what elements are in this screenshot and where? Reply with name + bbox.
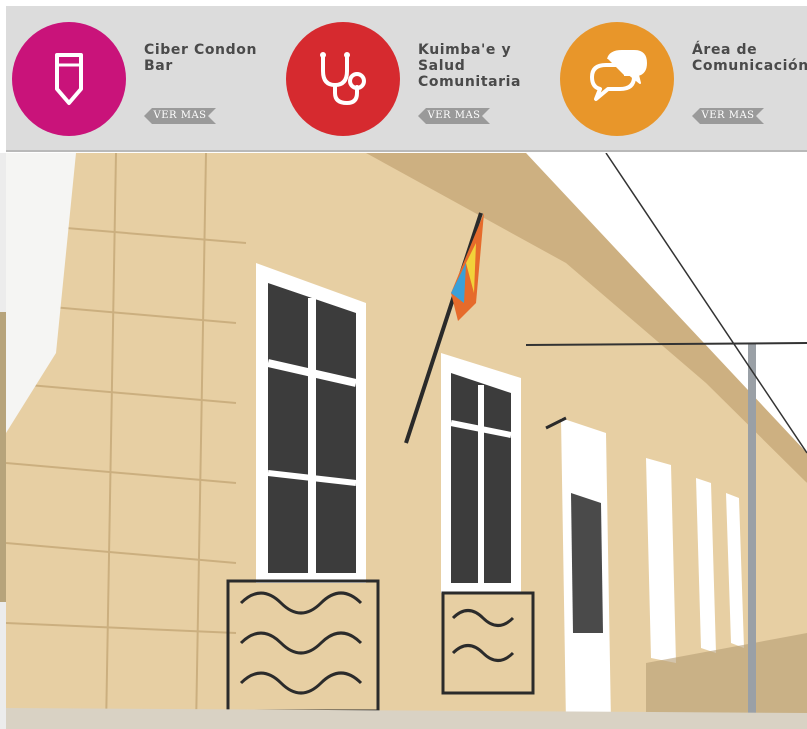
window-2: [441, 353, 521, 593]
chat-bubbles-icon: [590, 50, 647, 101]
building-facade-illustration: [6, 153, 807, 729]
card-circle[interactable]: [286, 22, 400, 136]
card-title: Kuimba'e y Salud Comunitaria: [418, 42, 522, 90]
card-title: Ciber Condon Bar: [144, 42, 258, 74]
window-1: [256, 263, 366, 583]
door: [561, 418, 611, 723]
ver-mas-button[interactable]: VER MAS: [692, 108, 764, 124]
ver-mas-button[interactable]: VER MAS: [144, 108, 216, 124]
building-photo: [6, 153, 807, 729]
card-title: Área de Comunicación: [692, 42, 807, 74]
ver-mas-button[interactable]: VER MAS: [418, 108, 490, 124]
card-circle[interactable]: [12, 22, 126, 136]
ticket-icon: [55, 53, 83, 105]
card-circle[interactable]: [560, 22, 674, 136]
services-band: Ciber Condon Bar VER MAS Kuimba'e y Salu…: [6, 6, 807, 152]
stethoscope-icon: [320, 52, 366, 106]
